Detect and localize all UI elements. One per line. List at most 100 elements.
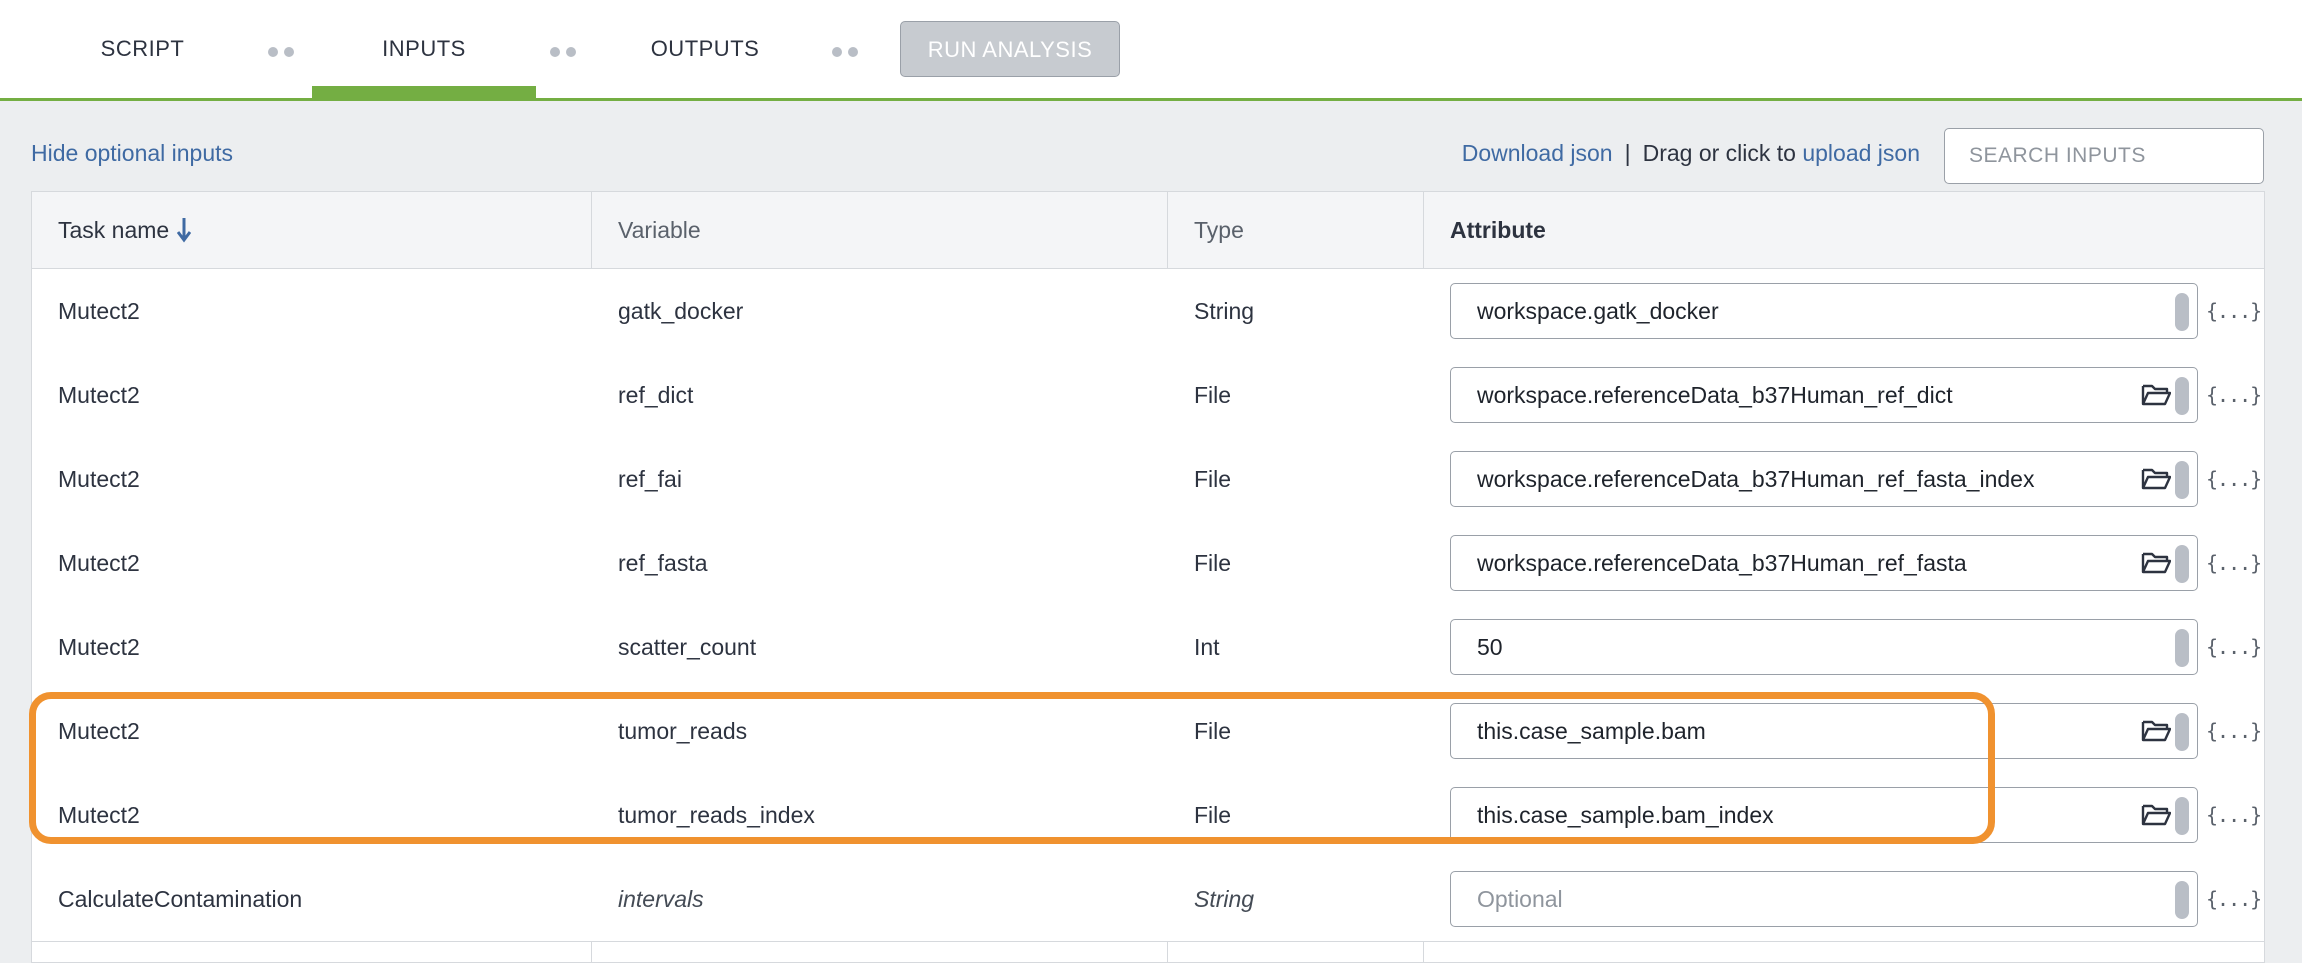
expression-toggle-button[interactable]: {...} bbox=[2206, 887, 2262, 911]
type-cell: File bbox=[1194, 549, 1232, 576]
folder-open-icon[interactable] bbox=[2141, 550, 2171, 576]
table-row: Mutect2 ref_fasta File workspace.referenceD… bbox=[32, 521, 2264, 606]
attribute-input[interactable]: workspace.gatk_docker bbox=[1450, 283, 2198, 339]
step-separator-dots bbox=[550, 44, 582, 57]
input-scrollbar[interactable] bbox=[2175, 377, 2189, 415]
expression-toggle-button[interactable]: {...} bbox=[2206, 719, 2262, 743]
variable-cell: ref_dict bbox=[618, 381, 694, 408]
variable-cell: tumor_reads_index bbox=[618, 801, 815, 828]
attribute-cell: workspace.referenceData_b37Human_ref_fas… bbox=[1424, 521, 2264, 605]
attribute-cell: this.case_sample.bam {...} bbox=[1424, 689, 2264, 773]
header-type: Type bbox=[1194, 216, 1244, 243]
header-task-name[interactable]: Task name bbox=[32, 192, 592, 268]
table-row: CalculateContamination intervals String Opt… bbox=[32, 857, 2264, 942]
input-scrollbar[interactable] bbox=[2175, 797, 2189, 835]
task-name-cell: Mutect2 bbox=[58, 801, 140, 828]
sort-arrow-down-icon bbox=[177, 218, 192, 243]
table-row: Mutect2 tumor_reads File this.case_sample.b… bbox=[32, 689, 2264, 774]
expression-toggle-button[interactable]: {...} bbox=[2206, 383, 2262, 407]
workflow-tab-bar: SCRIPT INPUTS OUTPUTS RUN ANALYSIS bbox=[0, 0, 2302, 101]
header-variable: Variable bbox=[618, 216, 701, 243]
attribute-value: this.case_sample.bam_index bbox=[1477, 801, 1774, 828]
type-cell: Int bbox=[1194, 633, 1220, 660]
json-actions-separator: | bbox=[1624, 140, 1631, 166]
input-scrollbar[interactable] bbox=[2175, 713, 2189, 751]
attribute-placeholder: Optional bbox=[1477, 885, 1563, 912]
task-name-cell: Mutect2 bbox=[58, 633, 140, 660]
task-name-cell: Mutect2 bbox=[58, 297, 140, 324]
table-row: Mutect2 ref_fai File workspace.referenceDat… bbox=[32, 437, 2264, 522]
attribute-cell: workspace.gatk_docker {...} bbox=[1424, 269, 2264, 353]
attribute-value: workspace.referenceData_b37Human_ref_dic… bbox=[1477, 381, 1953, 408]
task-name-cell: Mutect2 bbox=[58, 717, 140, 744]
table-header: Task name Variable Type Attribute bbox=[32, 192, 2264, 269]
expression-toggle-button[interactable]: {...} bbox=[2206, 299, 2262, 323]
variable-cell: ref_fai bbox=[618, 465, 682, 492]
folder-open-icon[interactable] bbox=[2141, 466, 2171, 492]
download-json-link[interactable]: Download json bbox=[1462, 140, 1613, 166]
input-scrollbar[interactable] bbox=[2175, 293, 2189, 331]
type-cell: File bbox=[1194, 717, 1232, 744]
input-scrollbar[interactable] bbox=[2175, 545, 2189, 583]
expression-toggle-button[interactable]: {...} bbox=[2206, 635, 2262, 659]
attribute-cell: this.case_sample.bam_index {...} bbox=[1424, 773, 2264, 857]
expression-toggle-button[interactable]: {...} bbox=[2206, 467, 2262, 491]
attribute-cell: workspace.referenceData_b37Human_ref_dic… bbox=[1424, 353, 2264, 437]
tab-inputs[interactable]: INPUTS bbox=[312, 0, 536, 98]
attribute-input[interactable]: Optional bbox=[1450, 871, 2198, 927]
expression-toggle-button[interactable]: {...} bbox=[2206, 803, 2262, 827]
variable-cell: ref_fasta bbox=[618, 549, 708, 576]
attribute-value: this.case_sample.bam bbox=[1477, 717, 1706, 744]
attribute-input[interactable]: workspace.referenceData_b37Human_ref_dic… bbox=[1450, 367, 2198, 423]
step-separator-dots bbox=[832, 44, 864, 57]
attribute-cell: workspace.referenceData_b37Human_ref_fas… bbox=[1424, 437, 2264, 521]
upload-json-link[interactable]: upload json bbox=[1802, 140, 1920, 166]
tab-outputs[interactable]: OUTPUTS bbox=[630, 0, 780, 98]
expression-toggle-button[interactable]: {...} bbox=[2206, 551, 2262, 575]
task-name-cell: CalculateContamination bbox=[58, 885, 303, 912]
input-scrollbar[interactable] bbox=[2175, 629, 2189, 667]
folder-open-icon[interactable] bbox=[2141, 802, 2171, 828]
table-row: Mutect2 scatter_count Int 50 {...} bbox=[32, 605, 2264, 690]
attribute-value: workspace.gatk_docker bbox=[1477, 297, 1719, 324]
inputs-table: Task name Variable Type Attribute Mutect… bbox=[31, 191, 2265, 963]
variable-cell: intervals bbox=[618, 885, 704, 912]
variable-cell: tumor_reads bbox=[618, 717, 748, 744]
folder-open-icon[interactable] bbox=[2141, 718, 2171, 744]
type-cell: File bbox=[1194, 801, 1232, 828]
folder-open-icon[interactable] bbox=[2141, 382, 2171, 408]
attribute-value: workspace.referenceData_b37Human_ref_fas… bbox=[1477, 465, 2035, 492]
header-attribute: Attribute bbox=[1450, 216, 1546, 243]
task-name-cell: Mutect2 bbox=[58, 465, 140, 492]
attribute-input[interactable]: workspace.referenceData_b37Human_ref_fas… bbox=[1450, 535, 2198, 591]
table-row: Mutect2 ref_dict File workspace.referenceDa… bbox=[32, 353, 2264, 438]
input-scrollbar[interactable] bbox=[2175, 461, 2189, 499]
attribute-input[interactable]: this.case_sample.bam bbox=[1450, 703, 2198, 759]
variable-cell: scatter_count bbox=[618, 633, 757, 660]
attribute-value: 50 bbox=[1477, 633, 1503, 660]
attribute-input[interactable]: this.case_sample.bam_index bbox=[1450, 787, 2198, 843]
attribute-value: workspace.referenceData_b37Human_ref_fas… bbox=[1477, 549, 1967, 576]
run-analysis-button[interactable]: RUN ANALYSIS bbox=[900, 21, 1120, 77]
header-task-name-label: Task name bbox=[58, 216, 170, 243]
attribute-input[interactable]: workspace.referenceData_b37Human_ref_fas… bbox=[1450, 451, 2198, 507]
table-row: Mutect2 tumor_reads_index File this.case_sa… bbox=[32, 773, 2264, 858]
tab-script[interactable]: SCRIPT bbox=[80, 0, 205, 98]
search-inputs-field[interactable] bbox=[1944, 128, 2264, 184]
type-cell: File bbox=[1194, 465, 1232, 492]
task-name-cell: Mutect2 bbox=[58, 381, 140, 408]
table-row: Mutect2 gatk_docker String workspace.gatk_d… bbox=[32, 269, 2264, 354]
step-separator-dots bbox=[268, 44, 300, 57]
json-actions: Download json | Drag or click to upload js… bbox=[1462, 140, 1920, 167]
type-cell: File bbox=[1194, 381, 1232, 408]
type-cell: String bbox=[1194, 297, 1255, 324]
attribute-input[interactable]: 50 bbox=[1450, 619, 2198, 675]
task-name-cell: Mutect2 bbox=[58, 549, 140, 576]
hide-optional-inputs-link[interactable]: Hide optional inputs bbox=[31, 140, 233, 167]
drag-upload-text: Drag or click to bbox=[1642, 140, 1796, 166]
variable-cell: gatk_docker bbox=[618, 297, 744, 324]
input-scrollbar[interactable] bbox=[2175, 881, 2189, 919]
type-cell: String bbox=[1194, 885, 1255, 912]
attribute-cell: 50 {...} bbox=[1424, 605, 2264, 689]
attribute-cell: Optional {...} bbox=[1424, 857, 2264, 941]
